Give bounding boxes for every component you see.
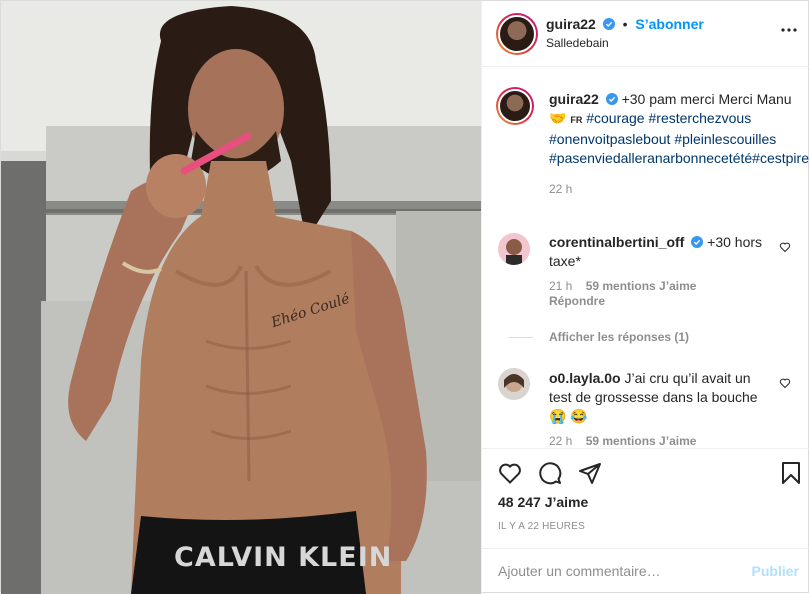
comment-1: corentinalbertini_off +30 hors taxe* 21 … <box>549 233 769 309</box>
verified-badge-icon <box>605 93 618 105</box>
post-location[interactable]: Salledebain <box>546 36 609 50</box>
instagram-post: Ehéo Coulé CALVIN KLEIN guira22 • S’abon… <box>0 0 809 594</box>
caption-time[interactable]: 22 h <box>549 180 797 199</box>
post-image: Ehéo Coulé CALVIN KLEIN <box>1 1 481 594</box>
comment-avatar[interactable] <box>498 368 530 400</box>
more-options-icon[interactable] <box>781 28 797 32</box>
side-panel: guira22 • S’abonner Salledebain guira22 <box>481 1 809 594</box>
post-header: guira22 • S’abonner Salledebain <box>482 1 809 67</box>
verified-badge-icon <box>691 236 704 248</box>
follow-button[interactable]: S’abonner <box>635 16 703 32</box>
hashtag[interactable]: #cestpirequelemitarcettehistoire. <box>752 150 809 166</box>
caption-body: +30 pam merci Merci Manu <box>621 91 792 107</box>
publish-button[interactable]: Publier <box>752 563 799 579</box>
comment-likes[interactable]: 59 mentions J’aime <box>586 434 697 448</box>
verified-badge-icon <box>602 18 615 30</box>
comment-time[interactable]: 22 h <box>549 434 572 448</box>
comment-input[interactable]: Ajouter un commentaire… <box>498 563 661 579</box>
comments-section[interactable]: guira22 +30 pam merci Merci Manu 🤝 FR #co… <box>482 68 809 448</box>
hashtag[interactable]: #pleinlescouilles <box>674 131 776 147</box>
hashtag[interactable]: #pasenviedalleranarbonnecetété <box>549 150 752 166</box>
hashtag[interactable]: #courage <box>586 110 644 126</box>
save-bookmark-icon[interactable] <box>779 461 803 485</box>
hashtag[interactable]: #resterchezvous <box>649 110 752 126</box>
comment-2: o0.layla.0o J’ai cru qu’il avait un test… <box>549 369 769 448</box>
comment-avatar[interactable] <box>498 233 530 265</box>
hashtag[interactable]: #onenvoitpaslebout <box>549 131 670 147</box>
post-photo[interactable]: Ehéo Coulé CALVIN KLEIN <box>1 1 481 594</box>
post-timestamp[interactable]: IL Y A 22 HEURES <box>498 521 585 532</box>
comment-time[interactable]: 21 h <box>549 279 572 293</box>
comment-author[interactable]: corentinalbertini_off <box>549 234 684 250</box>
likes-count[interactable]: 48 247 J’aime <box>498 494 588 510</box>
like-heart-icon[interactable] <box>498 461 522 485</box>
comment-author[interactable]: o0.layla.0o <box>549 370 621 386</box>
author-avatar[interactable] <box>496 13 538 55</box>
caption-avatar[interactable] <box>496 87 534 125</box>
handshake-emoji-icon: 🤝 <box>549 110 567 126</box>
like-comment-heart-icon[interactable] <box>779 377 791 389</box>
caption-text: guira22 +30 pam merci Merci Manu 🤝 FR #co… <box>549 90 809 199</box>
comment-likes[interactable]: 59 mentions J’aime <box>586 279 697 293</box>
separator-dot: • <box>622 16 628 32</box>
comment-bubble-icon[interactable] <box>538 461 562 485</box>
like-comment-heart-icon[interactable] <box>779 241 791 253</box>
emoji-text: 😭 😂 <box>549 408 588 424</box>
author-username[interactable]: guira22 <box>546 16 596 32</box>
caption-author[interactable]: guira22 <box>549 91 599 107</box>
fr-flag-icon: FR <box>570 115 583 125</box>
share-paper-plane-icon[interactable] <box>578 461 602 485</box>
view-replies-button[interactable]: Afficher les réponses (1) <box>549 330 689 344</box>
svg-text:CALVIN KLEIN: CALVIN KLEIN <box>174 542 392 573</box>
reply-button[interactable]: Répondre <box>549 294 605 308</box>
add-comment-bar: Ajouter un commentaire… Publier <box>482 548 809 594</box>
